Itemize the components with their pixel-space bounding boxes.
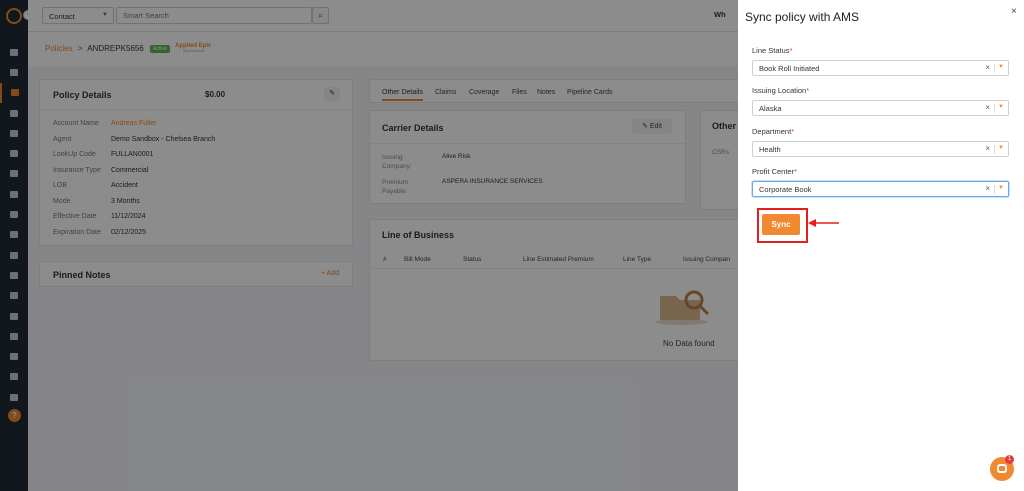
profit-center-label: Profit Center* [752,167,798,176]
issuing-location-label: Issuing Location* [752,86,810,95]
divider [994,185,995,194]
clear-icon[interactable]: × [985,103,990,112]
chevron-down-icon[interactable]: ▼ [998,64,1004,70]
chat-launcher-button[interactable]: 1 [990,455,1014,481]
modal-backdrop[interactable] [0,0,738,491]
profit-center-select[interactable]: Corporate Book × ▼ [752,181,1009,197]
clear-icon[interactable]: × [985,63,990,72]
chevron-down-icon[interactable]: ▼ [998,104,1004,110]
arrow-left-icon [808,219,839,227]
sync-button[interactable]: Sync [762,214,800,235]
clear-icon[interactable]: × [985,184,990,193]
chat-icon [997,464,1007,473]
issuing-location-select[interactable]: Alaska × ▼ [752,100,1009,116]
line-status-select[interactable]: Book Roll Initiated × ▼ [752,60,1009,76]
line-status-label: Line Status* [752,46,793,55]
line-status-value: Book Roll Initiated [759,64,820,73]
chevron-down-icon[interactable]: ▼ [998,145,1004,151]
divider [994,145,995,154]
issuing-location-value: Alaska [759,104,782,113]
department-label: Department* [752,127,795,136]
sync-policy-drawer: Sync policy with AMS × Line Status* Book… [738,0,1024,491]
close-icon[interactable]: × [1011,6,1017,17]
drawer-title: Sync policy with AMS [745,10,860,24]
divider [994,104,995,113]
clear-icon[interactable]: × [985,144,990,153]
profit-center-value: Corporate Book [759,185,812,194]
divider [994,64,995,73]
department-value: Health [759,145,781,154]
department-select[interactable]: Health × ▼ [752,141,1009,157]
chevron-down-icon[interactable]: ▼ [998,185,1004,191]
chat-badge: 1 [1005,455,1014,464]
